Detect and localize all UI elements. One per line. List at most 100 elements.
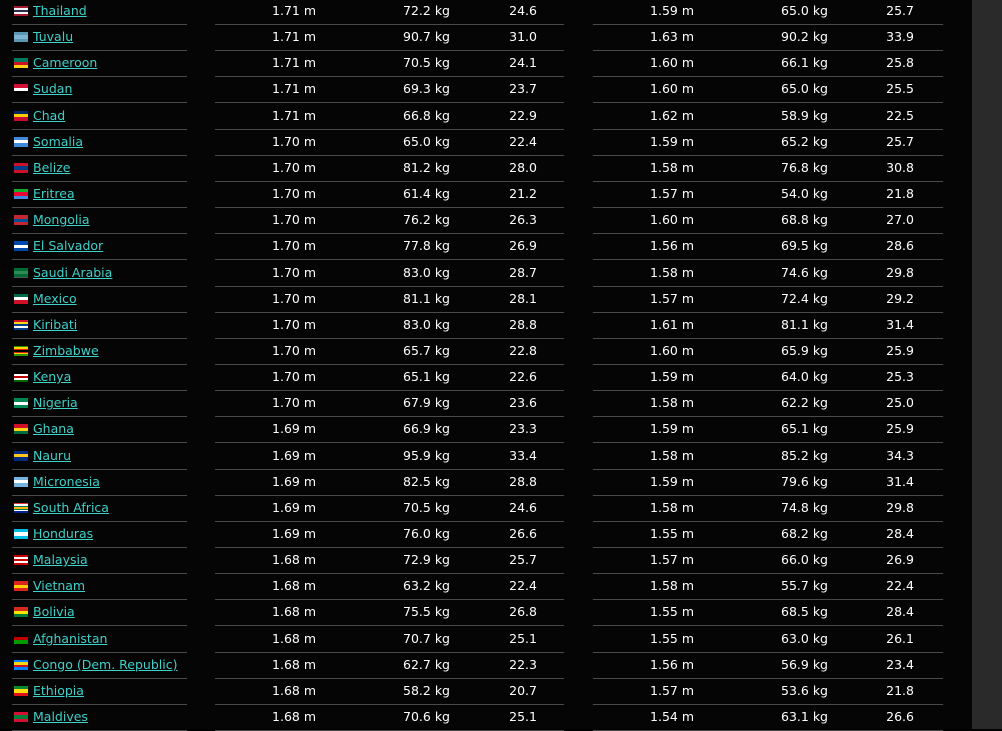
- country-link[interactable]: Nauru: [33, 448, 71, 463]
- male-bmi-cell: 26.3: [509, 212, 537, 228]
- table-row: Belize 1.70 m 81.2 kg 28.0 1.58 m 76.8 kg 30.8: [0, 156, 972, 182]
- female-height-cell: 1.57 m: [650, 682, 694, 698]
- table-row: Nauru 1.69 m 95.9 kg 33.4 1.58 m 85.2 kg 34.3: [0, 444, 972, 470]
- male-weight-cell: 70.5 kg: [403, 499, 450, 515]
- country-link[interactable]: Chad: [33, 108, 65, 123]
- female-bmi-cell: 22.4: [886, 578, 914, 594]
- table-row: El Salvador 1.70 m 77.8 kg 26.9 1.56 m 69.5 k…: [0, 234, 972, 261]
- flag-icon: [14, 555, 28, 566]
- female-bmi-cell: 33.9: [886, 29, 914, 45]
- male-weight-cell: 90.7 kg: [403, 29, 450, 45]
- male-height-cell: 1.69 m: [272, 447, 316, 463]
- female-weight-cell: 68.5 kg: [781, 604, 828, 620]
- female-height-cell: 1.60 m: [650, 212, 694, 228]
- female-weight-cell: 64.0 kg: [781, 369, 828, 385]
- male-bmi-cell: 21.2: [509, 186, 537, 202]
- flag-icon: [14, 58, 28, 69]
- table-row: Thailand 1.71 m 72.2 kg 24.6 1.59 m 65.0 kg 25…: [0, 0, 972, 25]
- country-link[interactable]: Congo (Dem. Republic): [33, 657, 177, 672]
- male-weight-cell: 95.9 kg: [403, 447, 450, 463]
- country-link[interactable]: Saudi Arabia: [33, 265, 112, 280]
- male-weight-cell: 83.0 kg: [403, 264, 450, 280]
- male-bmi-cell: 28.7: [509, 264, 537, 280]
- male-weight-cell: 58.2 kg: [403, 682, 450, 698]
- male-height-cell: 1.71 m: [272, 55, 316, 71]
- female-bmi-cell: 28.4: [886, 526, 914, 541]
- flag-icon: [14, 241, 28, 252]
- table-row: Kenya 1.70 m 65.1 kg 22.6 1.59 m 64.0 kg 25.3: [0, 365, 972, 392]
- female-weight-cell: 53.6 kg: [781, 682, 828, 698]
- male-weight-cell: 70.5 kg: [403, 55, 450, 71]
- table-row: Malaysia 1.68 m 72.9 kg 25.7 1.57 m 66.0 kg 26…: [0, 548, 972, 575]
- male-bmi-cell: 23.3: [509, 421, 537, 437]
- flag-icon: [14, 136, 28, 147]
- male-height-cell: 1.69 m: [272, 526, 316, 541]
- country-link[interactable]: Afghanistan: [33, 631, 107, 646]
- male-height-cell: 1.68 m: [272, 630, 316, 646]
- country-link[interactable]: Nigeria: [33, 395, 78, 410]
- male-bmi-cell: 25.7: [509, 552, 537, 568]
- country-link[interactable]: Eritrea: [33, 186, 75, 201]
- table-row: Vietnam 1.68 m 63.2 kg 22.4 1.58 m 55.7 kg 22.…: [0, 574, 972, 601]
- female-weight-cell: 55.7 kg: [781, 578, 828, 594]
- male-height-cell: 1.70 m: [272, 342, 316, 358]
- flag-icon: [14, 424, 28, 435]
- female-bmi-cell: 26.6: [886, 709, 914, 725]
- country-link[interactable]: South Africa: [33, 500, 109, 515]
- country-link[interactable]: Ghana: [33, 421, 74, 436]
- country-link[interactable]: Kiribati: [33, 317, 77, 332]
- country-link[interactable]: Tuvalu: [33, 29, 73, 44]
- male-height-cell: 1.69 m: [272, 421, 316, 437]
- male-height-cell: 1.68 m: [272, 578, 316, 594]
- country-link[interactable]: Zimbabwe: [33, 343, 99, 358]
- country-link[interactable]: Sudan: [33, 81, 72, 96]
- flag-icon: [14, 398, 28, 409]
- female-bmi-cell: 29.2: [886, 290, 914, 306]
- male-height-cell: 1.70 m: [272, 290, 316, 306]
- female-height-cell: 1.58 m: [650, 159, 694, 175]
- country-link[interactable]: Kenya: [33, 369, 71, 384]
- female-height-cell: 1.58 m: [650, 578, 694, 594]
- country-link[interactable]: Honduras: [33, 526, 93, 541]
- flag-icon: [14, 84, 28, 95]
- male-weight-cell: 66.8 kg: [403, 107, 450, 123]
- table-row: Saudi Arabia 1.70 m 83.0 kg 28.7 1.58 m 74.6 …: [0, 261, 972, 287]
- female-bmi-cell: 21.8: [886, 682, 914, 698]
- country-link[interactable]: Bolivia: [33, 604, 75, 619]
- female-bmi-cell: 28.6: [886, 238, 914, 254]
- country-link[interactable]: Mongolia: [33, 212, 90, 227]
- flag-icon: [14, 162, 28, 173]
- female-bmi-cell: 25.9: [886, 421, 914, 437]
- scrollbar[interactable]: [972, 0, 1002, 729]
- flag-icon: [14, 476, 28, 487]
- male-weight-cell: 76.2 kg: [403, 212, 450, 228]
- male-height-cell: 1.70 m: [272, 316, 316, 332]
- female-bmi-cell: 26.1: [886, 630, 914, 646]
- male-weight-cell: 63.2 kg: [403, 578, 450, 594]
- country-link[interactable]: Somalia: [33, 134, 83, 149]
- country-link[interactable]: Vietnam: [33, 578, 85, 593]
- country-link[interactable]: Maldives: [33, 709, 88, 724]
- country-link[interactable]: Ethiopia: [33, 683, 84, 698]
- female-height-cell: 1.58 m: [650, 264, 694, 280]
- country-link[interactable]: Cameroon: [33, 55, 97, 70]
- male-weight-cell: 66.9 kg: [403, 421, 450, 437]
- female-weight-cell: 63.1 kg: [781, 709, 828, 725]
- female-bmi-cell: 31.4: [886, 473, 914, 489]
- country-link[interactable]: Belize: [33, 160, 70, 175]
- country-link[interactable]: Thailand: [33, 3, 87, 18]
- country-link[interactable]: El Salvador: [33, 238, 103, 253]
- female-weight-cell: 68.2 kg: [781, 526, 828, 541]
- country-link[interactable]: Micronesia: [33, 474, 100, 489]
- table-row: Maldives 1.68 m 70.6 kg 25.1 1.54 m 63.1 kg 26…: [0, 705, 972, 731]
- male-bmi-cell: 24.1: [509, 55, 537, 71]
- male-bmi-cell: 24.6: [509, 3, 537, 18]
- country-link[interactable]: Mexico: [33, 291, 77, 306]
- table-row: Micronesia 1.69 m 82.5 kg 28.8 1.59 m 79.6 kg…: [0, 470, 972, 496]
- country-link[interactable]: Malaysia: [33, 552, 88, 567]
- female-height-cell: 1.56 m: [650, 656, 694, 672]
- male-bmi-cell: 28.8: [509, 316, 537, 332]
- female-bmi-cell: 21.8: [886, 186, 914, 202]
- male-bmi-cell: 22.8: [509, 342, 537, 358]
- male-weight-cell: 67.9 kg: [403, 395, 450, 411]
